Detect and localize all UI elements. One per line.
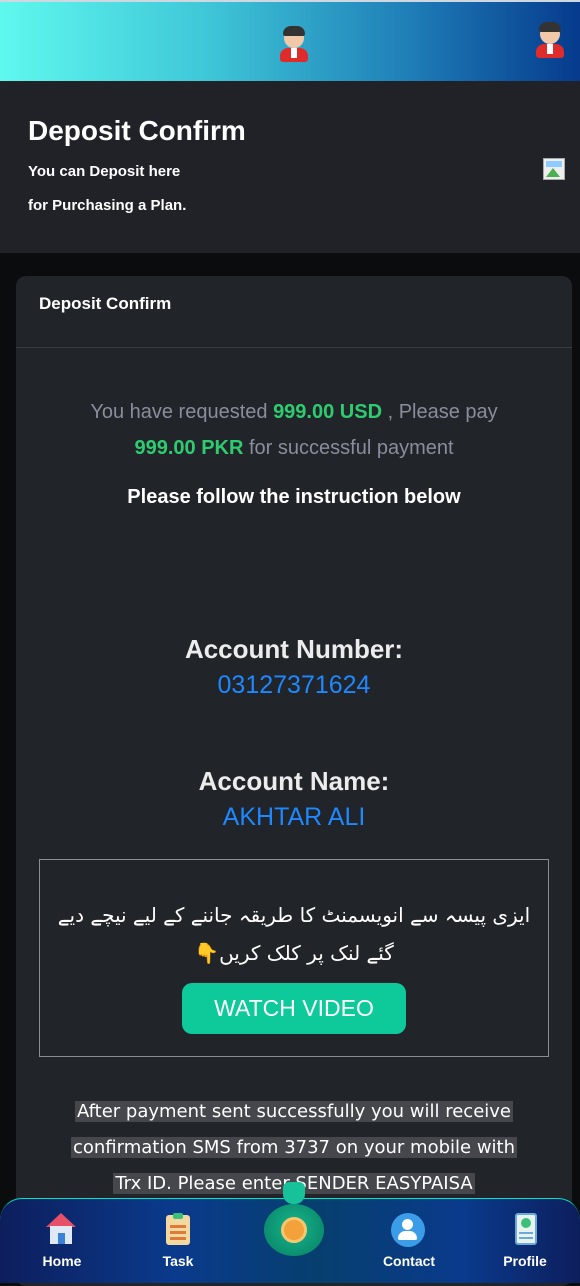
money-bag-icon[interactable] [264, 1182, 324, 1256]
instruction-heading: Please follow the instruction below [127, 486, 461, 508]
note-line: confirmation SMS from 3737 on your mobil… [70, 1137, 518, 1158]
note-line: After payment sent successfully you will… [74, 1101, 514, 1122]
account-number-label: Account Number: [184, 634, 404, 664]
video-instruction-box: ایزی پیسہ سے انویسمنٹ کا طریقہ جاننے کے … [39, 859, 549, 1057]
watch-video-button[interactable]: WATCH VIDEO [182, 983, 406, 1034]
top-bar [0, 0, 580, 81]
nav-label: Task [162, 1253, 194, 1269]
task-icon [160, 1213, 194, 1247]
nav-label: Profile [503, 1253, 547, 1269]
card-header: Deposit Confirm [16, 276, 572, 348]
home-icon [44, 1213, 78, 1247]
page-title: Deposit Confirm [28, 115, 246, 146]
card-title: Deposit Confirm [39, 294, 172, 313]
broken-image-icon [543, 158, 565, 180]
page-hero: Deposit Confirm You can Deposit here for… [0, 81, 580, 253]
nav-contact[interactable]: Contact [369, 1211, 449, 1275]
profile-icon [507, 1213, 541, 1247]
request-suffix: for successful payment [249, 437, 454, 459]
nav-home[interactable]: Home [22, 1211, 102, 1275]
request-prefix: You have requested [90, 401, 268, 423]
request-text: You have requested 999.00 USD , Please p… [16, 394, 572, 466]
pay-amount: 999.00 PKR [134, 437, 244, 459]
request-middle: , Please pay [387, 401, 498, 423]
account-number[interactable]: 03127371624 [16, 671, 572, 700]
user-avatar-icon[interactable] [274, 24, 314, 64]
hero-subtitle: for Purchasing a Plan. [28, 197, 187, 214]
hero-subtitle: You can Deposit here [28, 163, 181, 180]
nav-profile[interactable]: Profile [485, 1211, 565, 1275]
user-avatar-icon[interactable] [530, 20, 570, 60]
request-amount: 999.00 USD [273, 401, 383, 423]
account-name-label: Account Name: [198, 766, 390, 796]
nav-task[interactable]: Task [138, 1211, 218, 1275]
nav-label: Contact [382, 1253, 436, 1269]
nav-label: Home [42, 1253, 82, 1269]
urdu-instruction: ایزی پیسہ سے انویسمنٹ کا طریقہ جاننے کے … [57, 903, 531, 965]
account-name: AKHTAR ALI [222, 803, 366, 831]
contact-icon [391, 1213, 425, 1247]
deposit-card: Deposit Confirm You have requested 999.0… [16, 276, 572, 1286]
